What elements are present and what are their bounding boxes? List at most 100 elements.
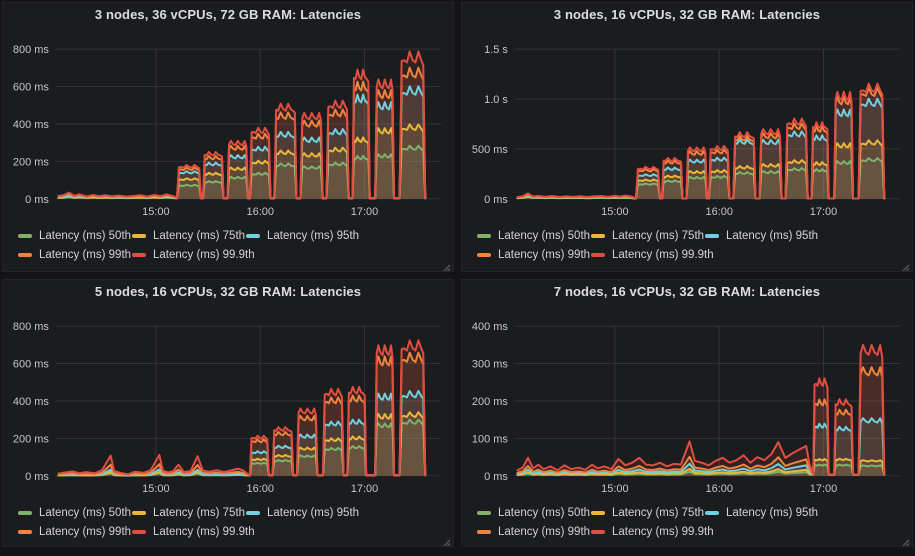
legend-label: Latency (ms) 99.9th (153, 249, 255, 261)
legend-item-99th[interactable]: Latency (ms) 99th (18, 245, 132, 264)
legend-label: Latency (ms) 99.9th (612, 249, 714, 261)
legend-item-99.9th[interactable]: Latency (ms) 99.9th (132, 522, 255, 541)
panel-resize-handle[interactable] (441, 259, 451, 269)
y-tick-label: 0 ms (25, 471, 49, 483)
series-line-99 (58, 353, 425, 476)
legend-label: Latency (ms) 99th (498, 526, 590, 538)
legend-swatch-icon (132, 234, 146, 238)
dashboard: 3 nodes, 36 vCPUs, 72 GB RAM: Latencies … (0, 0, 915, 556)
legend-item-95th[interactable]: Latency (ms) 95th (246, 503, 360, 522)
legend-item-95th[interactable]: Latency (ms) 95th (705, 226, 819, 245)
legend-label: Latency (ms) 99th (39, 526, 131, 538)
x-tick-label: 16:00 (247, 483, 274, 495)
legend-item-75th[interactable]: Latency (ms) 75th (591, 226, 705, 245)
y-tick-label: 400 ms (13, 396, 49, 408)
y-tick-label: 800 ms (13, 321, 49, 333)
legend-item-95th[interactable]: Latency (ms) 95th (705, 503, 819, 522)
panel-3nodes-16vcpu: 3 nodes, 16 vCPUs, 32 GB RAM: Latencies … (461, 2, 913, 272)
legend-item-50th[interactable]: Latency (ms) 50th (477, 503, 591, 522)
legend-swatch-icon (18, 253, 32, 257)
x-tick-label: 16:00 (706, 206, 733, 218)
y-tick-label: 300 ms (472, 359, 508, 371)
y-tick-label: 200 ms (13, 433, 49, 445)
legend-swatch-icon (132, 530, 146, 534)
y-tick-label: 1.0 s (484, 94, 508, 106)
y-tick-label: 400 ms (472, 321, 508, 333)
legend-item-99th[interactable]: Latency (ms) 99th (18, 522, 132, 541)
y-tick-label: 100 ms (472, 433, 508, 445)
latency-plot: 0 ms100 ms200 ms300 ms400 ms15:0016:0017… (462, 280, 912, 502)
legend-item-50th[interactable]: Latency (ms) 50th (18, 503, 132, 522)
legend-item-75th[interactable]: Latency (ms) 75th (132, 503, 246, 522)
x-tick-label: 16:00 (247, 206, 274, 218)
series-line-95 (58, 391, 425, 475)
legend-item-95th[interactable]: Latency (ms) 95th (246, 226, 360, 245)
resize-grip-icon (441, 262, 451, 272)
legend-label: Latency (ms) 95th (726, 507, 818, 519)
x-tick-label: 15:00 (142, 483, 169, 495)
resize-grip-icon (900, 537, 910, 547)
legend-swatch-icon (705, 234, 719, 238)
legend-item-99th[interactable]: Latency (ms) 99th (477, 522, 591, 541)
x-tick-label: 17:00 (351, 483, 378, 495)
legend-item-75th[interactable]: Latency (ms) 75th (591, 503, 705, 522)
legend-label: Latency (ms) 95th (267, 507, 359, 519)
legend-label: Latency (ms) 99.9th (153, 526, 255, 538)
latency-plot: 0 ms200 ms400 ms600 ms800 ms15:0016:0017… (3, 3, 453, 225)
legend-label: Latency (ms) 95th (267, 230, 359, 242)
series-fill-99 (58, 353, 425, 476)
legend-swatch-icon (705, 511, 719, 515)
y-tick-label: 200 ms (472, 396, 508, 408)
panel-7nodes-16vcpu: 7 nodes, 16 vCPUs, 32 GB RAM: Latencies … (461, 279, 913, 547)
latency-chart: 0 ms500 ms1.0 s1.5 s15:0016:0017:00 (462, 3, 912, 225)
series-line-99.9 (58, 340, 425, 475)
legend-swatch-icon (132, 253, 146, 257)
legend-swatch-icon (591, 530, 605, 534)
resize-grip-icon (441, 537, 451, 547)
legend-item-99.9th[interactable]: Latency (ms) 99.9th (591, 245, 714, 264)
legend-swatch-icon (477, 511, 491, 515)
legend-swatch-icon (591, 511, 605, 515)
panel-resize-handle[interactable] (900, 259, 910, 269)
legend-label: Latency (ms) 75th (153, 507, 245, 519)
legend-label: Latency (ms) 75th (153, 230, 245, 242)
latency-chart: 0 ms 200 ms 400 ms 600 ms 800 ms 15:00 16:00 17… (3, 280, 453, 502)
legend-swatch-icon (477, 530, 491, 534)
legend-item-50th[interactable]: Latency (ms) 50th (477, 226, 591, 245)
x-tick-label: 16:00 (706, 483, 733, 495)
x-tick-label: 17:00 (810, 206, 837, 218)
y-tick-label: 800 ms (13, 44, 49, 56)
latency-chart: 0 ms200 ms400 ms600 ms800 ms15:0016:0017… (3, 3, 453, 225)
y-tick-label: 0 ms (25, 194, 49, 206)
y-tick-label: 600 ms (13, 359, 49, 371)
x-tick-label: 15:00 (142, 206, 169, 218)
legend-swatch-icon (591, 234, 605, 238)
legend-item-99th[interactable]: Latency (ms) 99th (477, 245, 591, 264)
legend-label: Latency (ms) 99.9th (612, 526, 714, 538)
legend-item-75th[interactable]: Latency (ms) 75th (132, 226, 246, 245)
legend: Latency (ms) 50thLatency (ms) 75thLatenc… (477, 226, 904, 264)
panel-resize-handle[interactable] (900, 534, 910, 544)
legend-swatch-icon (246, 511, 260, 515)
y-tick-label: 500 ms (472, 144, 508, 156)
legend-label: Latency (ms) 50th (39, 230, 131, 242)
legend-item-50th[interactable]: Latency (ms) 50th (18, 226, 132, 245)
latency-plot: 0 ms 200 ms 400 ms 600 ms 800 ms 15:00 16:00 17… (3, 280, 453, 502)
legend-item-99.9th[interactable]: Latency (ms) 99.9th (591, 522, 714, 541)
legend-swatch-icon (18, 234, 32, 238)
panel-resize-handle[interactable] (441, 534, 451, 544)
legend: Latency (ms) 50thLatency (ms) 75thLatenc… (477, 503, 904, 541)
series-fill-99.9 (58, 340, 425, 475)
legend-swatch-icon (132, 511, 146, 515)
y-tick-label: 400 ms (13, 119, 49, 131)
legend-swatch-icon (591, 253, 605, 257)
legend-label: Latency (ms) 99th (39, 249, 131, 261)
legend-label: Latency (ms) 75th (612, 230, 704, 242)
x-tick-label: 17:00 (810, 483, 837, 495)
y-tick-label: 1.5 s (484, 44, 508, 56)
legend-item-99.9th[interactable]: Latency (ms) 99.9th (132, 245, 255, 264)
legend-swatch-icon (477, 253, 491, 257)
resize-grip-icon (900, 262, 910, 272)
legend-label: Latency (ms) 50th (498, 507, 590, 519)
y-tick-label: 200 ms (13, 156, 49, 168)
